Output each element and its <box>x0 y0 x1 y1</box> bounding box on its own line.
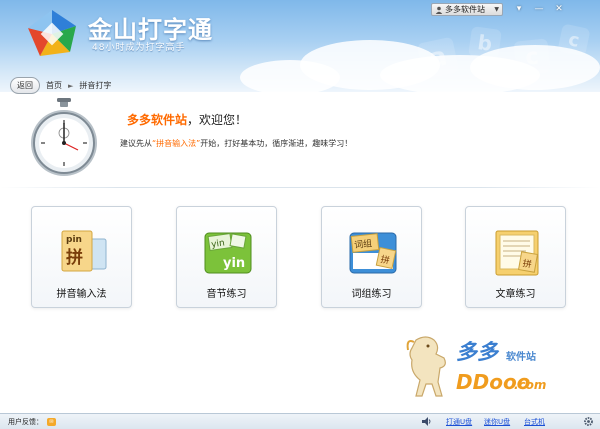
breadcrumb: 返回 首页 ► 拼音打字 <box>10 77 111 94</box>
status-link-udisk[interactable]: 打通U盘 <box>446 417 472 427</box>
status-link-desktop[interactable]: 台式机 <box>524 417 545 427</box>
article-paper-icon: 拼 <box>495 230 539 276</box>
status-link-mini-udisk[interactable]: 迷你U盘 <box>484 417 510 427</box>
phrase-book-icon: 词组 拼 <box>349 232 397 274</box>
letter-c-decoration: c <box>513 38 551 76</box>
feedback-chat-icon[interactable]: ✉ <box>47 417 56 426</box>
user-name-label: 多多软件站 <box>445 5 485 14</box>
card-label: 拼音输入法 <box>56 289 107 300</box>
card-label: 词组练习 <box>351 289 392 300</box>
stopwatch-icon <box>31 98 97 176</box>
window-controls: ▾ — ✕ <box>510 2 568 16</box>
cloud-decoration <box>240 60 340 92</box>
feedback-label: 用户反馈： <box>8 417 43 426</box>
welcome-greeting: ，欢迎您！ <box>187 113 248 127</box>
pinyin-card-icon: s pin 拼 <box>61 230 107 272</box>
status-bar: 用户反馈： ✉ 打通U盘 迷你U盘 台式机 <box>0 413 600 429</box>
card-pinyin-input[interactable]: s pin 拼 拼音输入法 <box>31 206 132 308</box>
back-button[interactable]: 返回 <box>10 77 40 94</box>
card-phrase-practice[interactable]: 词组 拼 词组练习 <box>321 206 422 308</box>
breadcrumb-current: 拼音打字 <box>79 81 112 90</box>
syllable-top-text: yin <box>211 238 226 250</box>
watermark-en-suffix: .com <box>514 378 547 392</box>
user-icon <box>435 6 443 14</box>
syllable-main-text: yin <box>223 256 245 271</box>
card-syllable-practice[interactable]: yin yin 音节练习 <box>176 206 277 308</box>
chevron-down-icon: ▼ <box>494 6 499 13</box>
app-slogan: 48小时成为打字高手 <box>92 43 186 53</box>
pinyin-main-glyph: 拼 <box>66 247 83 268</box>
watermark-cn-suffix: 软件站 <box>506 352 536 363</box>
breadcrumb-separator-icon: ► <box>68 81 74 90</box>
letter-a-decoration: a <box>416 36 460 80</box>
gear-icon[interactable] <box>583 416 594 427</box>
close-button[interactable]: ✕ <box>550 2 568 16</box>
user-account-dropdown[interactable]: 多多软件站 ▼ <box>431 3 503 16</box>
letter-c-decoration: c <box>557 23 591 57</box>
pinyin-top-text: pin <box>66 235 82 245</box>
section-divider <box>0 187 600 188</box>
syllable-book-icon: yin yin <box>204 232 252 274</box>
advice-text: 建议先从“拼音输入法”开始，打好基本功，循序渐进，趣味学习！ <box>120 138 352 149</box>
card-label: 文章练习 <box>495 289 536 300</box>
horse-logo-icon <box>406 336 446 397</box>
watermark-cn-text: 多多 <box>456 340 498 364</box>
welcome-user-name: 多多软件站 <box>127 113 188 127</box>
breadcrumb-home-link[interactable]: 首页 <box>46 80 62 91</box>
card-article-practice[interactable]: 拼 文章练习 <box>465 206 566 308</box>
advice-suffix: 开始，打好基本功，循序渐进，趣味学习！ <box>200 139 353 148</box>
speaker-icon[interactable] <box>421 416 432 427</box>
letter-b-decoration: b <box>468 26 502 60</box>
welcome-message: 多多软件站，欢迎您！ <box>127 111 247 128</box>
advice-highlight[interactable]: “拼音输入法” <box>152 139 200 148</box>
card-label: 音节练习 <box>206 289 247 300</box>
menu-dropdown-button[interactable]: ▾ <box>510 2 528 16</box>
kingsoft-logo-icon <box>28 10 76 56</box>
advice-prefix: 建议先从 <box>120 139 152 148</box>
minimize-button[interactable]: — <box>530 2 548 16</box>
site-watermark: 多多 软件站 DDooo .com <box>398 330 576 402</box>
